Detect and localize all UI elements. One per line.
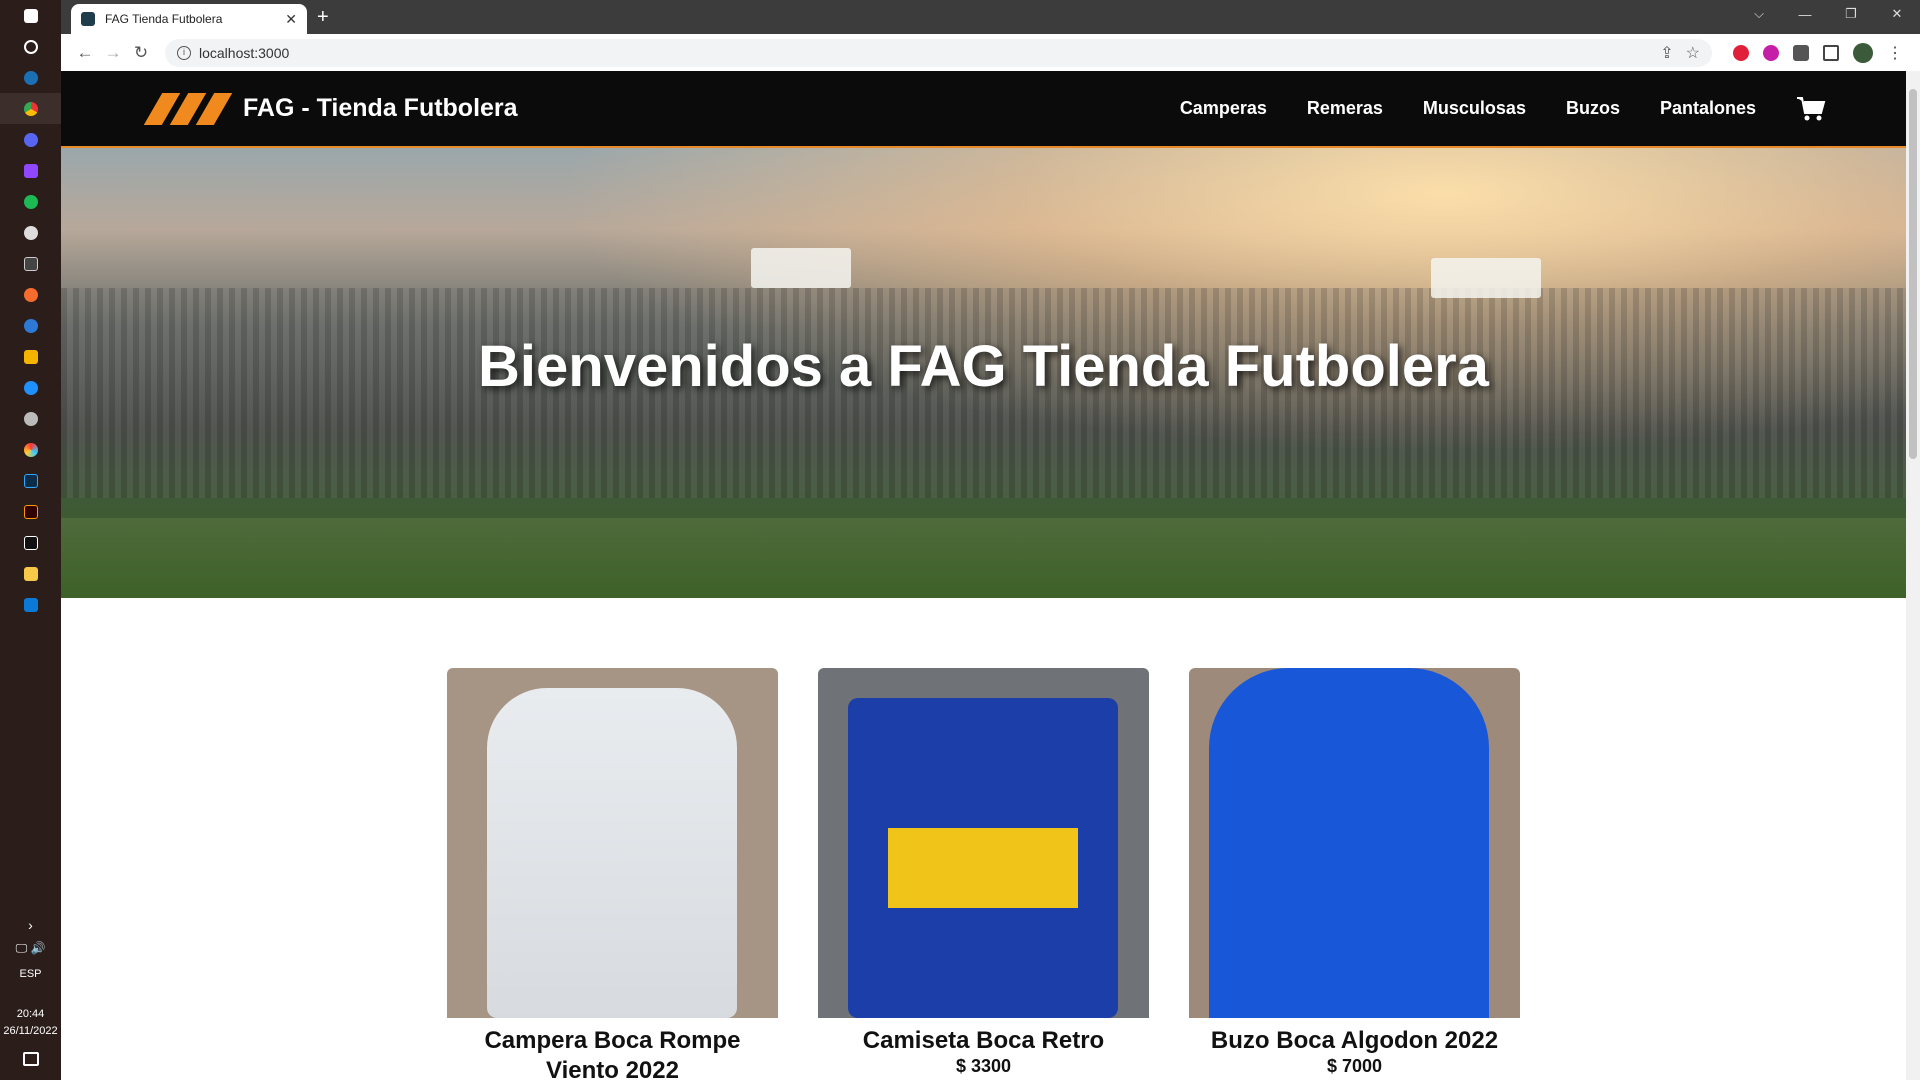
product-image[interactable] — [447, 668, 778, 1018]
app-gear-icon[interactable] — [0, 403, 61, 434]
uplay-icon[interactable] — [0, 310, 61, 341]
product-name: Buzo Boca Algodon 2022 — [1210, 1027, 1499, 1054]
product-price: $ 7000 — [1326, 1056, 1383, 1076]
share-icon[interactable]: ⇪ — [1660, 43, 1673, 63]
page-scrollbar[interactable] — [1906, 71, 1920, 1080]
page-viewport: FAG - Tienda Futbolera Camperas Remeras … — [61, 71, 1906, 1080]
adblock-icon[interactable] — [1733, 44, 1749, 61]
extension-purple-icon[interactable] — [1763, 44, 1779, 61]
site-navbar: FAG - Tienda Futbolera Camperas Remeras … — [61, 71, 1906, 148]
extensions-area: ⋮ — [1726, 42, 1910, 63]
chevron-right-icon[interactable]: › — [28, 917, 33, 933]
epic-games-icon[interactable] — [0, 248, 61, 279]
gog-icon[interactable] — [0, 217, 61, 248]
nav-link-musculosas[interactable]: Musculosas — [1423, 98, 1526, 119]
product-card[interactable]: Buzo Boca Algodon 2022 $ 7000 — [1189, 668, 1520, 1080]
search-icon[interactable] — [0, 31, 61, 62]
battlenet-icon[interactable] — [0, 372, 61, 403]
notifications-icon[interactable] — [22, 1052, 39, 1066]
product-name: Camiseta Boca Retro — [862, 1027, 1105, 1054]
browser-chrome: FAG Tienda Futbolera ✕ + ⌵ — ❐ ✕ ← → ↻ i… — [61, 0, 1920, 71]
product-name: Campera Boca Rompe Viento 2022 — [484, 1027, 741, 1080]
logo-stripes-icon — [141, 92, 233, 125]
extensions-puzzle-icon[interactable] — [1793, 44, 1809, 61]
main-menu: Camperas Remeras Musculosas Buzos Pantal… — [1140, 96, 1826, 122]
cart-icon[interactable] — [1796, 96, 1826, 122]
app-yellow-icon[interactable] — [0, 341, 61, 372]
mw-icon[interactable] — [0, 527, 61, 558]
product-card[interactable]: Campera Boca Rompe Viento 2022 — [447, 668, 778, 1080]
language-indicator[interactable]: ESP — [19, 968, 41, 980]
site-logo[interactable]: FAG - Tienda Futbolera — [141, 92, 518, 125]
hero-banner: Bienvenidos a FAG Tienda Futbolera — [61, 148, 1906, 598]
windows-taskbar: › 🖵 🔊 ESP 20:44 26/11/2022 — [0, 0, 61, 1080]
bookmark-star-icon[interactable]: ☆ — [1686, 43, 1700, 63]
site-info-icon[interactable]: i — [177, 45, 191, 60]
floodlight — [751, 248, 851, 288]
product-grid: Campera Boca Rompe Viento 2022 Camiseta … — [61, 668, 1906, 1080]
clock-time: 20:44 — [16, 1008, 45, 1020]
chrome-icon[interactable] — [0, 93, 61, 124]
back-icon[interactable]: ← — [71, 43, 99, 63]
floodlight — [1431, 258, 1541, 298]
address-bar[interactable]: i localhost:3000 ⇪ ☆ — [165, 38, 1712, 67]
menu-kebab-icon[interactable]: ⋮ — [1887, 43, 1903, 63]
address-toolbar: ← → ↻ i localhost:3000 ⇪ ☆ ⋮ — [61, 34, 1920, 71]
close-window-button[interactable]: ✕ — [1874, 0, 1920, 28]
illustrator-icon[interactable] — [0, 496, 61, 527]
steam-icon[interactable] — [0, 62, 61, 93]
browser-tab[interactable]: FAG Tienda Futbolera ✕ — [71, 4, 307, 34]
vscode-icon[interactable] — [0, 589, 61, 620]
windows-start-icon[interactable] — [0, 0, 61, 31]
brand-name: FAG - Tienda Futbolera — [243, 94, 518, 122]
side-panel-icon[interactable] — [1823, 44, 1839, 61]
product-price: $ 3300 — [955, 1056, 1012, 1076]
tab-close-icon[interactable]: ✕ — [285, 11, 297, 28]
clock-date: 26/11/2022 — [3, 1025, 58, 1037]
tab-search-icon[interactable]: ⌵ — [1736, 0, 1782, 28]
profile-avatar[interactable] — [1853, 42, 1873, 63]
tab-title: FAG Tienda Futbolera — [105, 12, 223, 26]
restore-button[interactable]: ❐ — [1828, 0, 1874, 28]
davinci-icon[interactable] — [0, 434, 61, 465]
window-controls: ⌵ — ❐ ✕ — [1736, 0, 1920, 28]
forward-icon[interactable]: → — [99, 43, 127, 63]
nav-link-remeras[interactable]: Remeras — [1307, 98, 1383, 119]
network-icon[interactable]: 🖵 🔊 — [16, 941, 46, 956]
spotify-icon[interactable] — [0, 186, 61, 217]
clock[interactable]: 20:44 26/11/2022 — [3, 1006, 57, 1040]
product-image[interactable] — [818, 668, 1149, 1018]
product-card[interactable]: Camiseta Boca Retro $ 3300 — [818, 668, 1149, 1080]
tab-bar: FAG Tienda Futbolera ✕ + ⌵ — ❐ ✕ — [61, 0, 1920, 34]
hero-title: Bienvenidos a FAG Tienda Futbolera — [478, 334, 1489, 399]
stadium-pitch — [61, 518, 1906, 598]
file-explorer-icon[interactable] — [0, 558, 61, 589]
nav-link-pantalones[interactable]: Pantalones — [1660, 98, 1756, 119]
favicon-icon — [81, 12, 95, 26]
discord-icon[interactable] — [0, 124, 61, 155]
nav-link-buzos[interactable]: Buzos — [1566, 98, 1620, 119]
nav-link-camperas[interactable]: Camperas — [1180, 98, 1267, 119]
minimize-button[interactable]: — — [1782, 0, 1828, 28]
photoshop-icon[interactable] — [0, 465, 61, 496]
new-tab-button[interactable]: + — [317, 6, 329, 29]
twitch-icon[interactable] — [0, 155, 61, 186]
reload-icon[interactable]: ↻ — [127, 43, 155, 63]
scrollbar-thumb[interactable] — [1909, 89, 1917, 459]
origin-icon[interactable] — [0, 279, 61, 310]
url-text[interactable]: localhost:3000 — [199, 45, 1648, 61]
product-image[interactable] — [1189, 668, 1520, 1018]
